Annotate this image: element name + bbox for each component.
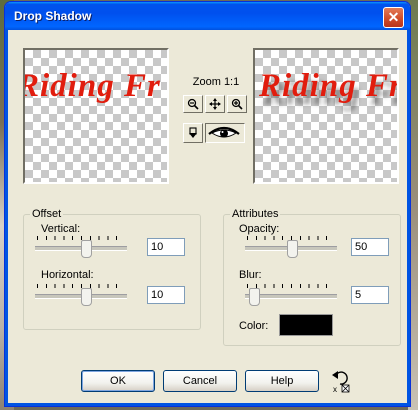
vertical-slider[interactable] bbox=[35, 232, 127, 258]
blur-slider[interactable] bbox=[245, 280, 337, 306]
pan-icon bbox=[209, 98, 221, 110]
vertical-slider-thumb[interactable] bbox=[81, 240, 92, 258]
zoom-in-icon bbox=[231, 98, 243, 110]
svg-text:x: x bbox=[333, 385, 337, 394]
close-icon: ✕ bbox=[387, 9, 400, 25]
help-button[interactable]: Help bbox=[245, 370, 319, 392]
zoom-out-button[interactable] bbox=[183, 95, 203, 113]
title-bar[interactable]: Drop Shadow ✕ bbox=[5, 2, 410, 30]
eye-icon bbox=[208, 126, 240, 138]
zoom-out-icon bbox=[187, 98, 199, 110]
locate-button[interactable] bbox=[183, 123, 203, 143]
reset-button[interactable]: x bbox=[330, 368, 352, 394]
zoom-in-button[interactable] bbox=[227, 95, 247, 113]
offset-group-label: Offset bbox=[30, 208, 64, 220]
opacity-input[interactable] bbox=[351, 238, 389, 256]
drop-shadow-dialog: Drop Shadow ✕ Riding Fr Riding Fr Zoom 1… bbox=[4, 1, 411, 407]
blur-slider-thumb[interactable] bbox=[249, 288, 260, 306]
opacity-slider[interactable] bbox=[245, 232, 337, 258]
blur-input[interactable] bbox=[351, 286, 389, 304]
ok-button[interactable]: OK bbox=[81, 370, 155, 392]
vertical-input[interactable] bbox=[147, 238, 185, 256]
pan-button[interactable] bbox=[205, 95, 225, 113]
opacity-slider-thumb[interactable] bbox=[287, 240, 298, 258]
undo-icon: x bbox=[332, 371, 350, 394]
color-label: Color: bbox=[239, 320, 269, 332]
blur-slider-ticks bbox=[247, 284, 335, 288]
close-button[interactable]: ✕ bbox=[383, 7, 404, 28]
dialog-client: Riding Fr Riding Fr Zoom 1:1 Offset Vert… bbox=[9, 30, 406, 402]
preview-toggle-button[interactable] bbox=[205, 123, 245, 143]
result-preview-text: Riding Fr bbox=[259, 68, 399, 104]
window-title: Drop Shadow bbox=[14, 9, 92, 23]
horizontal-slider[interactable] bbox=[35, 280, 127, 306]
original-preview-text: Riding Fr bbox=[23, 68, 161, 104]
original-preview[interactable]: Riding Fr bbox=[23, 48, 169, 184]
attributes-group-label: Attributes bbox=[230, 208, 281, 220]
shadow-color-swatch[interactable] bbox=[279, 314, 333, 336]
result-preview[interactable]: Riding Fr bbox=[253, 48, 399, 184]
cancel-button[interactable]: Cancel bbox=[163, 370, 237, 392]
horizontal-slider-thumb[interactable] bbox=[81, 288, 92, 306]
zoom-label: Zoom 1:1 bbox=[192, 76, 240, 88]
horizontal-input[interactable] bbox=[147, 286, 185, 304]
locate-icon bbox=[189, 127, 197, 138]
